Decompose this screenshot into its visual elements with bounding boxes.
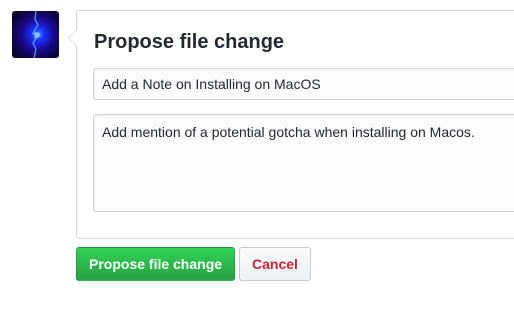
user-avatar[interactable] (12, 11, 59, 58)
commit-summary-input[interactable] (93, 68, 514, 100)
form-title: Propose file change (94, 31, 285, 53)
propose-change-form: Propose file change Add mention of a pot… (68, 10, 514, 239)
avatar-image-icon (31, 11, 42, 58)
cancel-button[interactable]: Cancel (239, 247, 311, 281)
commit-description-textarea[interactable]: Add mention of a potential gotcha when i… (93, 114, 514, 212)
propose-file-change-button[interactable]: Propose file change (76, 247, 235, 281)
